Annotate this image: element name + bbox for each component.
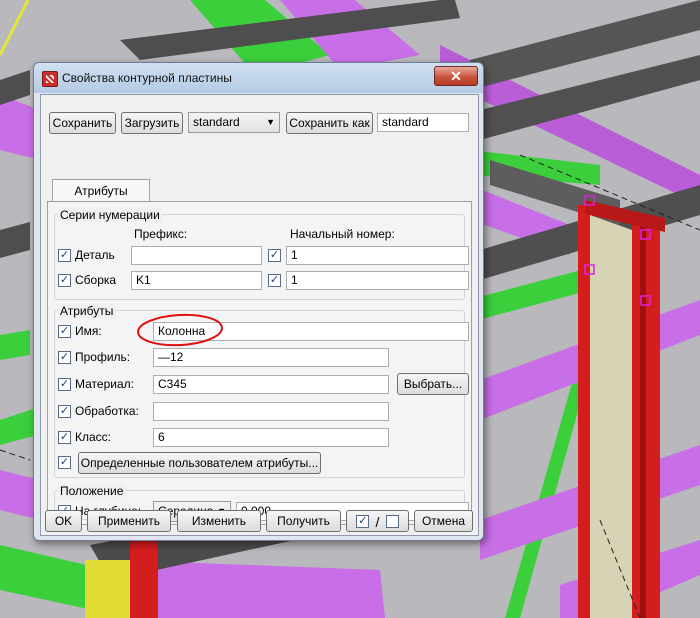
tab-panel: Серии нумерации Префикс: Начальный номер… — [47, 201, 472, 525]
save-as-name-input[interactable]: standard — [377, 113, 469, 132]
assembly-start-input[interactable]: 1 — [286, 271, 469, 290]
material-checkbox[interactable]: ✓ — [58, 378, 71, 391]
app-icon — [42, 71, 58, 87]
assembly-checkbox[interactable]: ✓ — [58, 274, 71, 287]
class-label: Класс: — [75, 430, 111, 444]
preset-select[interactable]: standard ▼ — [188, 112, 280, 133]
toggle-separator: / — [375, 513, 380, 530]
finish-label: Обработка: — [75, 404, 139, 418]
contour-plate-properties-dialog: Свойства контурной пластины ✕ Сохранить … — [33, 62, 484, 541]
part-prefix-input[interactable] — [131, 246, 262, 265]
part-label: Деталь — [75, 248, 115, 262]
preset-value: standard — [193, 115, 240, 129]
profile-label: Профиль: — [75, 350, 131, 364]
assembly-prefix-input[interactable]: K1 — [131, 271, 262, 290]
annotation-circle — [137, 313, 223, 347]
green-plate — [0, 330, 30, 360]
material-input[interactable]: C345 — [153, 375, 389, 394]
profile-checkbox[interactable]: ✓ — [58, 351, 71, 364]
toggle-all-button[interactable]: ✓ / — [346, 510, 409, 532]
save-as-button[interactable]: Сохранить как — [286, 112, 373, 134]
modify-button[interactable]: Изменить — [177, 510, 261, 532]
red-column — [130, 540, 158, 618]
dialog-body: Сохранить Загрузить standard ▼ Сохранить… — [40, 94, 479, 536]
close-icon: ✕ — [450, 68, 462, 84]
class-checkbox[interactable]: ✓ — [58, 431, 71, 444]
prefix-header: Префикс: — [134, 227, 188, 241]
start-number-header: Начальный номер: — [290, 227, 395, 241]
load-button[interactable]: Загрузить — [121, 112, 183, 134]
name-label: Имя: — [75, 324, 102, 338]
attributes-group-title: Атрибуты — [58, 304, 116, 318]
finish-checkbox[interactable]: ✓ — [58, 405, 71, 418]
toggle-unchecked-icon — [385, 515, 399, 529]
toggle-checked-icon: ✓ — [356, 515, 370, 529]
red-column-edge — [640, 220, 646, 618]
save-button[interactable]: Сохранить — [49, 112, 116, 134]
material-label: Материал: — [75, 377, 134, 391]
red-annotation-ellipse — [137, 313, 223, 347]
finish-input[interactable] — [153, 402, 389, 421]
part-checkbox[interactable]: ✓ — [58, 249, 71, 262]
apply-button[interactable]: Применить — [87, 510, 171, 532]
beige-column — [590, 215, 632, 618]
assembly-start-checkbox[interactable]: ✓ — [268, 274, 281, 287]
part-start-checkbox[interactable]: ✓ — [268, 249, 281, 262]
cancel-button[interactable]: Отмена — [414, 510, 473, 532]
user-defined-attributes-button[interactable]: Определенные пользователем атрибуты... — [78, 452, 321, 474]
close-button[interactable]: ✕ — [434, 66, 478, 86]
part-start-input[interactable]: 1 — [286, 246, 469, 265]
profile-input[interactable]: —12 — [153, 348, 389, 367]
dropdown-arrow-icon: ▼ — [266, 117, 275, 127]
class-input[interactable]: 6 — [153, 428, 389, 447]
select-material-button[interactable]: Выбрать... — [397, 373, 469, 395]
title-bar[interactable]: Свойства контурной пластины ✕ — [34, 63, 483, 93]
ok-button[interactable]: OK — [45, 510, 82, 532]
get-button[interactable]: Получить — [266, 510, 341, 532]
numbering-group-title: Серии нумерации — [58, 208, 162, 222]
dialog-title: Свойства контурной пластины — [62, 71, 232, 85]
name-checkbox[interactable]: ✓ — [58, 325, 71, 338]
position-group-title: Положение — [58, 484, 126, 498]
assembly-label: Сборка — [75, 273, 117, 287]
tab-attributes[interactable]: Атрибуты — [52, 179, 150, 203]
yellow-part — [85, 560, 130, 618]
user-attributes-checkbox[interactable]: ✓ — [58, 456, 71, 469]
